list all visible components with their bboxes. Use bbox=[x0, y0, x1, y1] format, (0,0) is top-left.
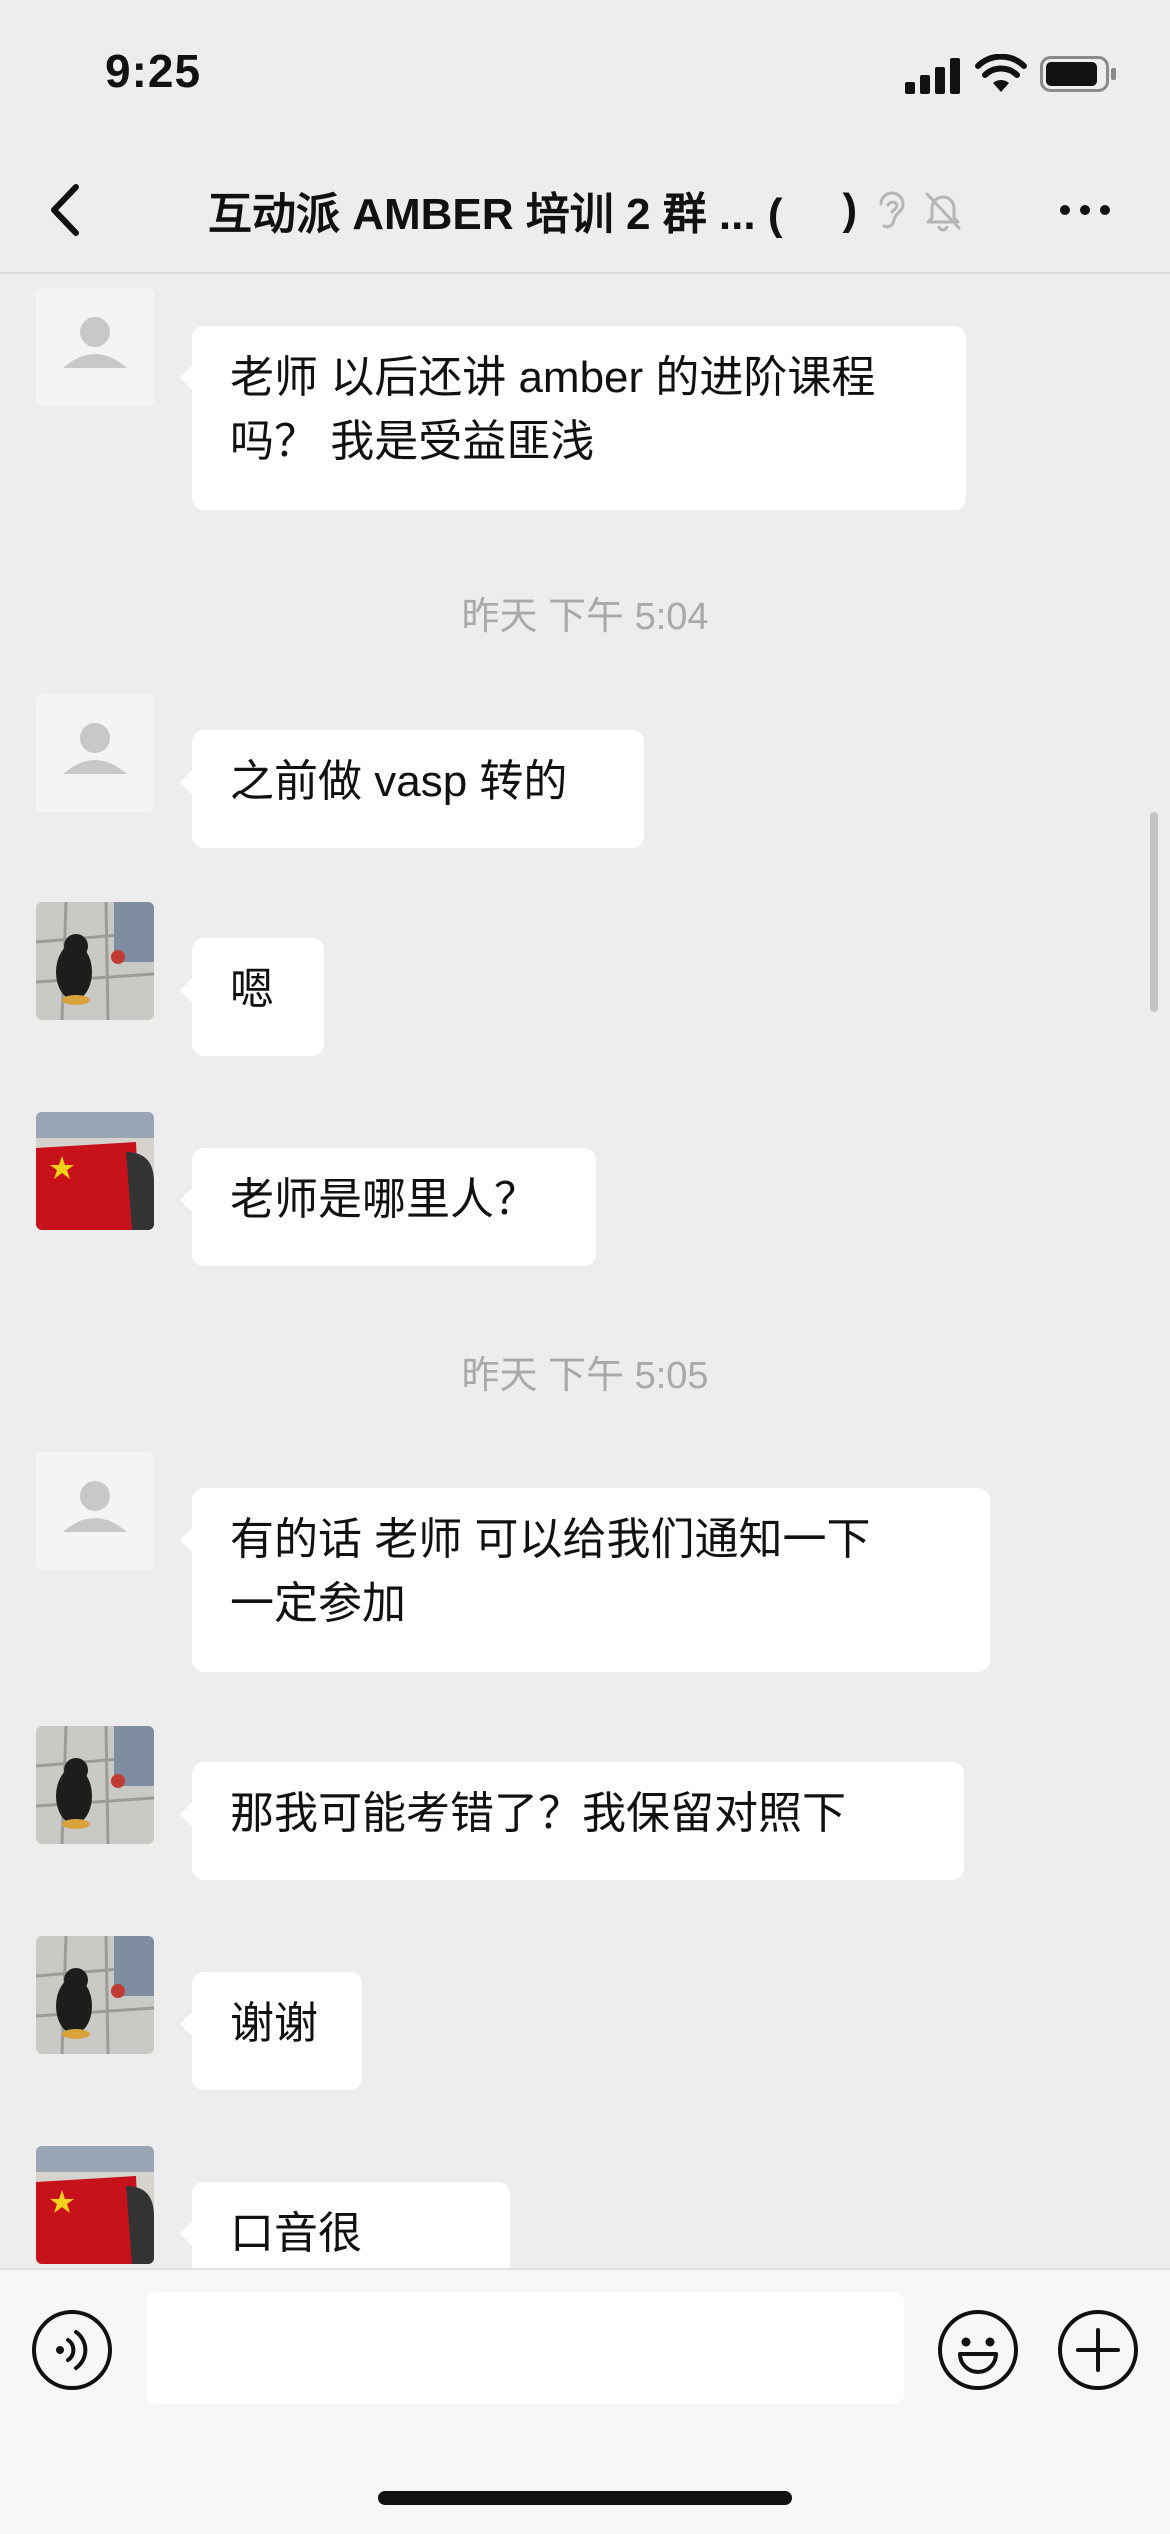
message-bubble[interactable]: 口音很 bbox=[180, 2182, 510, 2268]
more-icon[interactable] bbox=[1055, 190, 1115, 230]
message-bubble[interactable]: 之前做 vasp 转的 bbox=[180, 730, 644, 848]
message-bubble[interactable]: 老师 以后还讲 amber 的进阶课程 吗？ 我是受益匪浅 bbox=[180, 326, 966, 510]
avatar[interactable] bbox=[36, 902, 154, 1020]
home-indicator bbox=[378, 2491, 792, 2505]
penguin-avatar-icon bbox=[36, 1936, 154, 2054]
message-bubble[interactable]: 老师是哪里人？ bbox=[180, 1148, 596, 1266]
timestamp: 昨天 下午 5:04 bbox=[461, 596, 709, 638]
default-avatar-icon bbox=[63, 317, 127, 368]
message-text-line: 吗？ 我是受益匪浅 bbox=[230, 417, 595, 466]
status-bar: 9:25 bbox=[0, 0, 1170, 150]
plus-icon[interactable] bbox=[1056, 2308, 1140, 2392]
message-text-line: 老师 以后还讲 amber 的进阶课程 bbox=[230, 353, 876, 402]
avatar[interactable] bbox=[36, 288, 154, 406]
penguin-avatar-icon bbox=[36, 1726, 154, 1844]
avatar[interactable] bbox=[36, 694, 154, 812]
avatar[interactable] bbox=[36, 1936, 154, 2054]
ear-icon bbox=[879, 191, 905, 229]
back-icon[interactable] bbox=[40, 175, 100, 245]
chat-title-paren: ) bbox=[842, 185, 858, 234]
battery-icon bbox=[1040, 56, 1116, 92]
timestamp: 昨天 下午 5:05 bbox=[461, 1355, 709, 1397]
message-text-line: 之前做 vasp 转的 bbox=[230, 757, 568, 806]
default-avatar-icon bbox=[63, 1481, 127, 1532]
message-bubble[interactable]: 有的话 老师 可以给我们通知一下 一定参加 bbox=[180, 1488, 990, 1672]
nav-bar: 互动派 AMBER 培训 2 群 ... ( ) bbox=[0, 150, 1170, 274]
status-time: 9:25 bbox=[105, 45, 202, 97]
message-text-line: 有的话 老师 可以给我们通知一下 bbox=[230, 1515, 871, 1564]
message-input[interactable] bbox=[146, 2292, 904, 2404]
mute-bell-icon bbox=[925, 192, 961, 232]
message-bubble[interactable]: 谢谢 bbox=[180, 1972, 362, 2090]
avatar[interactable] bbox=[36, 1726, 154, 1844]
chat-message-list[interactable]: 老师 以后还讲 amber 的进阶课程 吗？ 我是受益匪浅 昨天 下午 5:04… bbox=[0, 272, 1170, 2268]
chat-title-text: 互动派 AMBER 培训 2 群 ... ( bbox=[208, 190, 783, 239]
signal-icon bbox=[905, 58, 960, 94]
wifi-icon bbox=[975, 54, 1027, 92]
avatar[interactable] bbox=[36, 2146, 154, 2264]
message-text-line: 那我可能考错了？我保留对照下 bbox=[230, 1789, 846, 1838]
message-bubble[interactable]: 那我可能考错了？我保留对照下 bbox=[180, 1762, 964, 1880]
message-text-line: 一定参加 bbox=[230, 1579, 406, 1628]
flag-avatar-icon bbox=[36, 2146, 154, 2264]
scrollbar[interactable] bbox=[1150, 812, 1158, 1012]
penguin-avatar-icon bbox=[36, 902, 154, 1020]
chat-title[interactable]: 互动派 AMBER 培训 2 群 ... ( ) bbox=[208, 180, 965, 240]
flag-avatar-icon bbox=[36, 1112, 154, 1230]
voice-input-icon[interactable] bbox=[30, 2308, 114, 2392]
avatar[interactable] bbox=[36, 1452, 154, 1570]
message-text-line: 口音很 bbox=[230, 2209, 362, 2258]
emoji-icon[interactable] bbox=[936, 2308, 1020, 2392]
message-text-line: 嗯 bbox=[230, 965, 274, 1014]
message-text-line: 谢谢 bbox=[230, 1999, 318, 2048]
default-avatar-icon bbox=[63, 723, 127, 774]
message-bubble[interactable]: 嗯 bbox=[180, 938, 324, 1056]
message-text-line: 老师是哪里人？ bbox=[230, 1175, 538, 1224]
avatar[interactable] bbox=[36, 1112, 154, 1230]
